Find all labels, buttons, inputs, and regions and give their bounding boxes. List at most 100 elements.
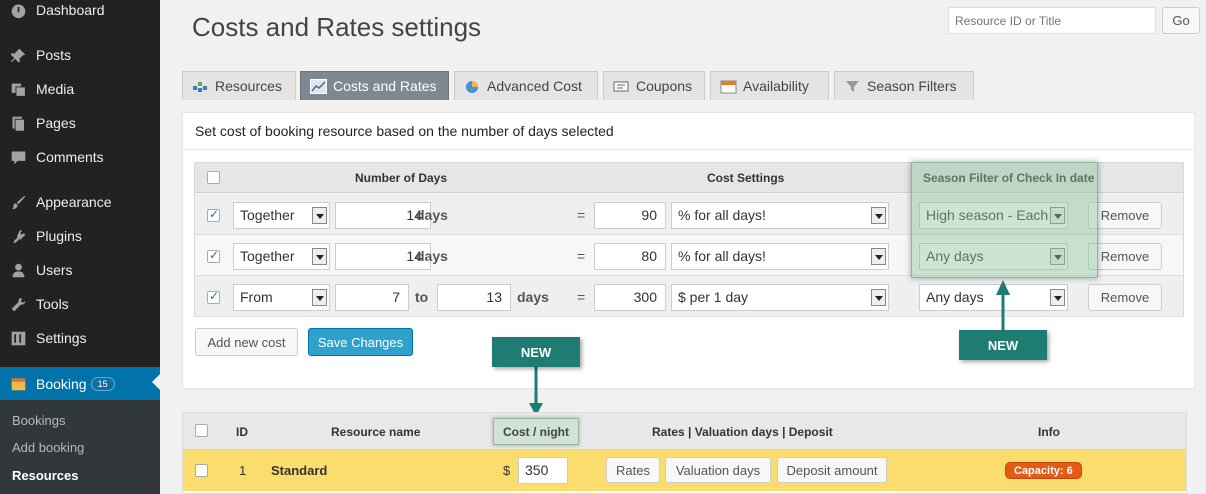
brush-icon xyxy=(9,193,27,211)
equals-sign: = xyxy=(577,248,586,264)
pin-icon xyxy=(9,46,27,64)
days-label: days xyxy=(416,248,448,264)
media-icon xyxy=(9,80,27,98)
user-icon xyxy=(9,261,27,279)
menu-comments[interactable]: Comments xyxy=(0,142,160,172)
remove-button[interactable]: Remove xyxy=(1088,284,1162,311)
header-resource-name: Resource name xyxy=(331,425,421,439)
cost-type-select[interactable]: $ per 1 day xyxy=(671,284,889,311)
wrench-icon xyxy=(9,295,27,313)
cost-input[interactable]: 80 xyxy=(594,243,666,270)
resource-name[interactable]: Standard xyxy=(271,463,327,478)
calendar-icon xyxy=(720,79,737,94)
mode-select[interactable]: From xyxy=(233,284,330,311)
menu-pages[interactable]: Pages xyxy=(0,108,160,138)
to-label: to xyxy=(415,289,429,305)
admin-sidebar: Dashboard Posts Media Pages Comments App… xyxy=(0,0,160,494)
menu-media[interactable]: Media xyxy=(0,74,160,104)
header-info: Info xyxy=(1038,425,1060,439)
mode-select[interactable]: Together xyxy=(233,243,330,270)
equals-sign: = xyxy=(577,207,586,223)
page-title: Costs and Rates settings xyxy=(192,12,482,42)
cost-type-select[interactable]: % for all days! xyxy=(671,202,889,229)
season-filter-highlight xyxy=(911,162,1098,278)
plug-icon xyxy=(9,227,27,245)
go-button[interactable]: Go xyxy=(1162,7,1200,34)
submenu-resources[interactable]: Resources xyxy=(12,468,78,483)
header-rates: Rates | Valuation days | Deposit xyxy=(652,425,833,439)
comment-icon xyxy=(9,148,27,166)
submenu-add-booking[interactable]: Add booking xyxy=(12,440,84,455)
menu-dashboard[interactable]: Dashboard xyxy=(0,0,160,25)
table-row: 1 Standard $ 350 Rates Valuation days De… xyxy=(183,450,1186,491)
settings-icon xyxy=(9,329,27,347)
resources-table-header: ID Resource name Rates | Valuation days … xyxy=(183,413,1186,450)
tab-advanced-cost[interactable]: Advanced Cost xyxy=(454,71,598,100)
menu-users[interactable]: Users xyxy=(0,255,160,285)
select-all-checkbox[interactable] xyxy=(207,171,220,184)
chevron-down-icon xyxy=(871,289,886,306)
valuation-days-button[interactable]: Valuation days xyxy=(665,457,771,483)
chevron-down-icon xyxy=(871,207,886,224)
add-new-cost-button[interactable]: Add new cost xyxy=(195,328,298,356)
header-cost-per-night: Cost / night xyxy=(493,418,579,445)
menu-booking[interactable]: Booking 15 xyxy=(0,367,160,400)
deposit-amount-button[interactable]: Deposit amount xyxy=(777,457,887,483)
season-select[interactable]: Any days xyxy=(919,284,1068,311)
menu-settings[interactable]: Settings xyxy=(0,323,160,353)
submenu-bookings[interactable]: Bookings xyxy=(12,413,65,428)
save-changes-button[interactable]: Save Changes xyxy=(308,328,413,356)
chart-icon xyxy=(310,78,327,94)
pie-chart-icon xyxy=(464,79,481,94)
currency-symbol: $ xyxy=(503,463,511,478)
header-id: ID xyxy=(236,425,248,439)
days-label: days xyxy=(416,207,448,223)
days-label: days xyxy=(517,289,549,305)
chevron-down-icon xyxy=(312,248,327,265)
filter-icon xyxy=(844,79,861,94)
tab-season-filters[interactable]: Season Filters xyxy=(834,71,974,100)
chevron-down-icon xyxy=(312,207,327,224)
select-all-checkbox[interactable] xyxy=(195,424,208,437)
booking-count-badge: 15 xyxy=(90,376,115,391)
remove-button[interactable]: Remove xyxy=(1088,202,1162,229)
resources-icon xyxy=(192,79,209,94)
menu-posts[interactable]: Posts xyxy=(0,40,160,70)
remove-button[interactable]: Remove xyxy=(1088,243,1162,270)
dashboard-icon xyxy=(9,1,27,19)
days-to-input[interactable]: 13 xyxy=(437,284,511,311)
new-annotation-cost: NEW xyxy=(492,337,580,367)
cost-per-night-input[interactable]: 350 xyxy=(518,457,568,484)
cost-input[interactable]: 90 xyxy=(594,202,666,229)
header-number-of-days: Number of Days xyxy=(355,171,448,185)
row-checkbox[interactable] xyxy=(195,464,208,477)
row-checkbox[interactable] xyxy=(207,289,220,304)
days-from-input[interactable]: 7 xyxy=(335,284,409,311)
new-annotation-season: NEW xyxy=(959,330,1047,360)
cost-type-select[interactable]: % for all days! xyxy=(671,243,889,270)
costs-heading: Set cost of booking resource based on th… xyxy=(195,123,614,139)
booking-submenu: Bookings Add booking Resources xyxy=(0,400,160,494)
chevron-down-icon xyxy=(312,289,327,306)
row-checkbox[interactable] xyxy=(207,248,220,263)
resource-search-input[interactable] xyxy=(948,7,1156,34)
tab-availability[interactable]: Availability xyxy=(710,71,829,100)
row-checkbox[interactable] xyxy=(207,207,220,222)
menu-appearance[interactable]: Appearance xyxy=(0,187,160,217)
mode-select[interactable]: Together xyxy=(233,202,330,229)
chevron-down-icon xyxy=(1050,289,1065,306)
cost-row: From 7 to 13 days = 300 $ per 1 day Any … xyxy=(195,276,1183,317)
tab-resources[interactable]: Resources xyxy=(182,71,296,100)
menu-tools[interactable]: Tools xyxy=(0,289,160,319)
tab-coupons[interactable]: Coupons xyxy=(603,71,705,100)
rates-button[interactable]: Rates xyxy=(606,457,660,483)
coupon-icon xyxy=(613,79,630,94)
chevron-down-icon xyxy=(871,248,886,265)
tab-costs-and-rates[interactable]: Costs and Rates xyxy=(300,71,449,100)
resources-table: ID Resource name Rates | Valuation days … xyxy=(182,412,1187,494)
cost-input[interactable]: 300 xyxy=(594,284,666,311)
header-cost-settings: Cost Settings xyxy=(707,171,785,185)
menu-plugins[interactable]: Plugins xyxy=(0,221,160,251)
pages-icon xyxy=(9,114,27,132)
divider xyxy=(183,149,1194,150)
